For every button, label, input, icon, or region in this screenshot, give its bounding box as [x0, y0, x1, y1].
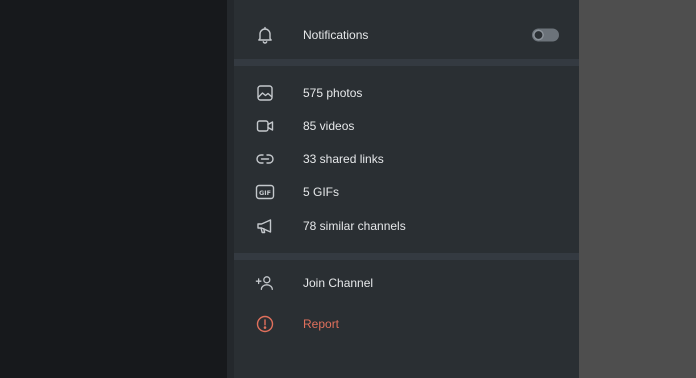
media-item-videos[interactable]: 85 videos	[234, 109, 579, 142]
section-separator	[234, 253, 579, 260]
gif-icon: GIF	[255, 182, 275, 202]
media-item-gifs[interactable]: GIF 5 GIFs	[234, 175, 579, 208]
notifications-row[interactable]: Notifications	[234, 18, 579, 51]
link-icon	[255, 149, 275, 169]
media-item-links[interactable]: 33 shared links	[234, 142, 579, 175]
join-channel-button[interactable]: Join Channel	[234, 266, 579, 299]
bell-icon	[255, 25, 275, 45]
section-separator	[234, 59, 579, 66]
add-user-icon	[255, 273, 275, 293]
panel-divider[interactable]	[227, 0, 234, 378]
join-channel-label: Join Channel	[303, 275, 374, 290]
channel-info-panel: Notifications 575 photos 85 videos 33 sh…	[234, 0, 579, 378]
svg-text:GIF: GIF	[259, 189, 271, 197]
report-icon	[255, 314, 275, 334]
overlay-background	[579, 0, 696, 378]
report-button[interactable]: Report	[234, 307, 579, 340]
notifications-toggle[interactable]	[532, 28, 559, 41]
notifications-label: Notifications	[303, 27, 369, 42]
megaphone-icon	[255, 216, 275, 236]
video-icon	[255, 116, 275, 136]
photo-icon	[255, 83, 275, 103]
media-item-similar-channels[interactable]: 78 similar channels	[234, 209, 579, 242]
media-item-label: 575 photos	[303, 85, 363, 100]
report-label: Report	[303, 316, 340, 331]
media-item-label: 5 GIFs	[303, 184, 340, 199]
media-item-label: 33 shared links	[303, 151, 384, 166]
chat-list-background	[0, 0, 227, 378]
media-item-photos[interactable]: 575 photos	[234, 76, 579, 109]
toggle-knob	[533, 29, 544, 40]
media-item-label: 85 videos	[303, 118, 355, 133]
media-item-label: 78 similar channels	[303, 218, 406, 233]
